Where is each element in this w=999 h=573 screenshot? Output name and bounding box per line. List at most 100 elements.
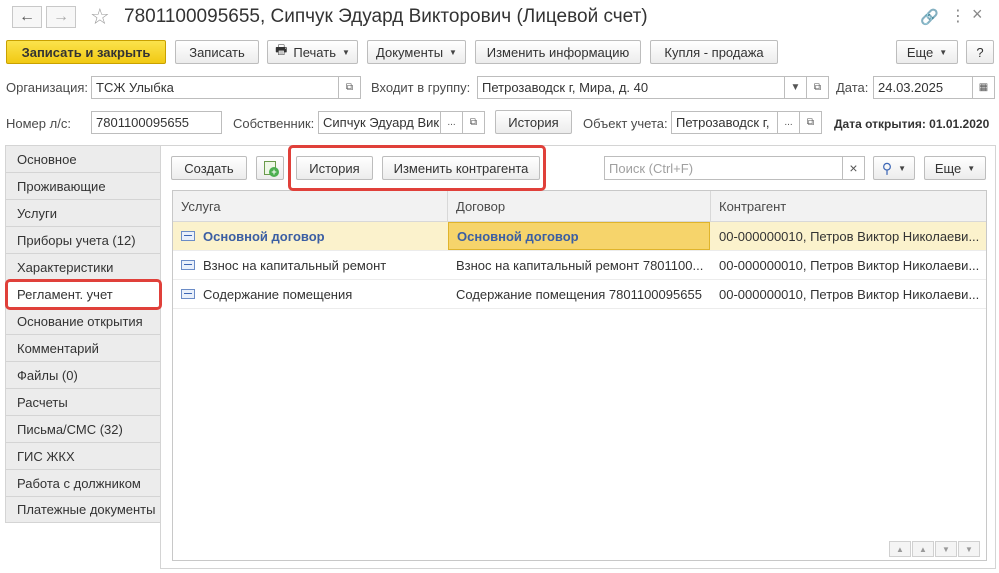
more-button[interactable]: Еще ▼ — [896, 40, 958, 64]
table-row[interactable]: Содержание помещения Содержание помещени… — [173, 280, 986, 309]
object-field[interactable]: Петрозаводск г, — [671, 111, 778, 134]
panel-more-button[interactable]: Еще ▼ — [924, 156, 986, 180]
favorite-star-icon[interactable]: ☆ — [90, 4, 110, 30]
scroll-down-icon[interactable]: ▼ — [935, 541, 957, 557]
table-header: Услуга Договор Контрагент — [173, 191, 986, 222]
dropdown-caret-icon: ▼ — [341, 47, 350, 57]
service-cell[interactable]: Основной договор — [173, 222, 448, 250]
change-info-button[interactable]: Изменить информацию — [475, 40, 641, 64]
table-row[interactable]: Взнос на капитальный ремонт Взнос на кап… — [173, 251, 986, 280]
service-text: Взнос на капитальный ремонт — [203, 257, 387, 273]
sidebar-item-messages[interactable]: Письма/СМС (32) — [5, 415, 161, 442]
organization-field[interactable]: ТСЖ Улыбка — [91, 76, 339, 99]
sidebar-item-gis-zhkh[interactable]: ГИС ЖКХ — [5, 442, 161, 469]
sidebar-item-payment-docs[interactable]: Платежные документы — [5, 496, 161, 523]
add-file-button[interactable]: + — [256, 156, 284, 180]
scroll-top-icon[interactable]: ▲ — [889, 541, 911, 557]
service-cell[interactable]: Взнос на капитальный ремонт — [173, 251, 448, 279]
column-header-service[interactable]: Услуга — [173, 191, 448, 221]
create-button[interactable]: Создать — [171, 156, 247, 180]
sidebar-item-services[interactable]: Услуги — [5, 199, 161, 226]
record-icon — [181, 260, 195, 270]
search-button[interactable]: ⚲ ▼ — [873, 156, 915, 180]
select-button[interactable]: ... — [441, 111, 463, 134]
open-date-text: Дата открытия: 01.01.2020 — [834, 117, 990, 131]
owner-history-button[interactable]: История — [495, 110, 572, 134]
sidebar: Основное Проживающие Услуги Приборы учет… — [5, 145, 161, 523]
save-and-close-button[interactable]: Записать и закрыть — [6, 40, 166, 64]
open-icon[interactable]: ⧉ — [339, 76, 361, 99]
record-icon — [181, 231, 195, 241]
contractor-cell[interactable]: 00-000000010, Петров Виктор Николаеви... — [711, 280, 988, 308]
buy-sell-button[interactable]: Купля - продажа — [650, 40, 778, 64]
sidebar-item-characteristics[interactable]: Характеристики — [5, 253, 161, 280]
more-vertical-icon[interactable]: ⋮ — [950, 6, 966, 26]
table-row[interactable]: Основной договор Основной договор 00-000… — [173, 222, 986, 251]
sidebar-item-calculations[interactable]: Расчеты — [5, 388, 161, 415]
column-header-contract[interactable]: Договор — [448, 191, 711, 221]
sidebar-item-main[interactable]: Основное — [5, 145, 161, 172]
documents-label: Документы — [376, 44, 444, 60]
record-icon — [181, 289, 195, 299]
save-button[interactable]: Записать — [175, 40, 259, 64]
close-icon[interactable]: × — [972, 4, 983, 25]
dropdown-caret-icon: ▼ — [449, 47, 457, 57]
service-text: Основной договор — [203, 228, 325, 244]
print-button[interactable]: 🖶 Печать ▼ — [267, 40, 358, 64]
dropdown-caret-icon: ▼ — [898, 163, 907, 173]
sidebar-item-residents[interactable]: Проживающие — [5, 172, 161, 199]
contractor-cell[interactable]: 00-000000010, Петров Виктор Николаеви... — [711, 222, 988, 250]
print-label: Печать — [293, 44, 336, 60]
group-label: Входит в группу: — [371, 80, 471, 95]
contractor-cell[interactable]: 00-000000010, Петров Виктор Николаеви... — [711, 251, 988, 279]
calendar-icon[interactable]: ▦ — [973, 76, 995, 99]
scroll-bottom-icon[interactable]: ▼ — [958, 541, 980, 557]
services-table: Услуга Договор Контрагент Основной догов… — [172, 190, 987, 561]
sidebar-item-meters[interactable]: Приборы учета (12) — [5, 226, 161, 253]
sidebar-item-files[interactable]: Файлы (0) — [5, 361, 161, 388]
open-icon[interactable]: ⧉ — [463, 111, 485, 134]
dropdown-caret-icon: ▼ — [967, 163, 976, 173]
date-label: Дата: — [836, 80, 869, 95]
organization-label: Организация: — [6, 80, 89, 95]
dropdown-caret-icon: ▼ — [939, 47, 948, 57]
arrow-left-icon: ← — [19, 8, 35, 25]
forward-button[interactable]: → — [46, 6, 76, 28]
sidebar-item-comment[interactable]: Комментарий — [5, 334, 161, 361]
contract-cell[interactable]: Взнос на капитальный ремонт 7801100... — [448, 251, 711, 279]
sidebar-item-debtor-work[interactable]: Работа с должником — [5, 469, 161, 496]
open-icon[interactable]: ⧉ — [807, 76, 829, 99]
clear-search-button[interactable]: × — [843, 156, 865, 180]
highlight-box — [5, 279, 162, 310]
back-button[interactable]: ← — [12, 6, 42, 28]
account-number-label: Номер л/с: — [6, 116, 71, 131]
contract-cell[interactable]: Содержание помещения 7801100095655 — [448, 280, 711, 308]
more-label: Еще — [906, 44, 934, 60]
account-number-field[interactable]: 7801100095655 — [91, 111, 222, 134]
scroll-up-icon[interactable]: ▲ — [912, 541, 934, 557]
contract-cell[interactable]: Основной договор — [448, 222, 710, 250]
owner-label: Собственник: — [233, 116, 315, 131]
printer-icon: 🖶 — [275, 42, 288, 57]
panel-more-label: Еще — [934, 160, 962, 176]
window-title: 7801100095655, Сипчук Эдуард Викторович … — [124, 6, 648, 27]
help-button[interactable]: ? — [966, 40, 994, 64]
service-text: Содержание помещения — [203, 286, 353, 302]
column-header-contractor[interactable]: Контрагент — [711, 191, 988, 221]
arrow-right-icon: → — [53, 8, 69, 25]
sidebar-item-opening-basis[interactable]: Основание открытия — [5, 307, 161, 334]
search-input[interactable]: Поиск (Ctrl+F) — [604, 156, 843, 180]
open-icon[interactable]: ⧉ — [800, 111, 822, 134]
add-document-icon: + — [264, 161, 279, 177]
select-button[interactable]: ... — [778, 111, 800, 134]
link-icon[interactable]: 🔗 — [920, 8, 939, 26]
dropdown-caret-icon[interactable]: ▼ — [785, 76, 807, 99]
date-field[interactable]: 24.03.2025 — [873, 76, 973, 99]
service-cell[interactable]: Содержание помещения — [173, 280, 448, 308]
group-field[interactable]: Петрозаводск г, Мира, д. 40 — [477, 76, 785, 99]
highlight-box — [288, 145, 546, 191]
search-icon: ⚲ — [881, 159, 893, 176]
documents-button[interactable]: Документы ▼ — [367, 40, 466, 64]
object-label: Объект учета: — [583, 116, 668, 131]
owner-field[interactable]: Сипчук Эдуард Вик — [318, 111, 441, 134]
